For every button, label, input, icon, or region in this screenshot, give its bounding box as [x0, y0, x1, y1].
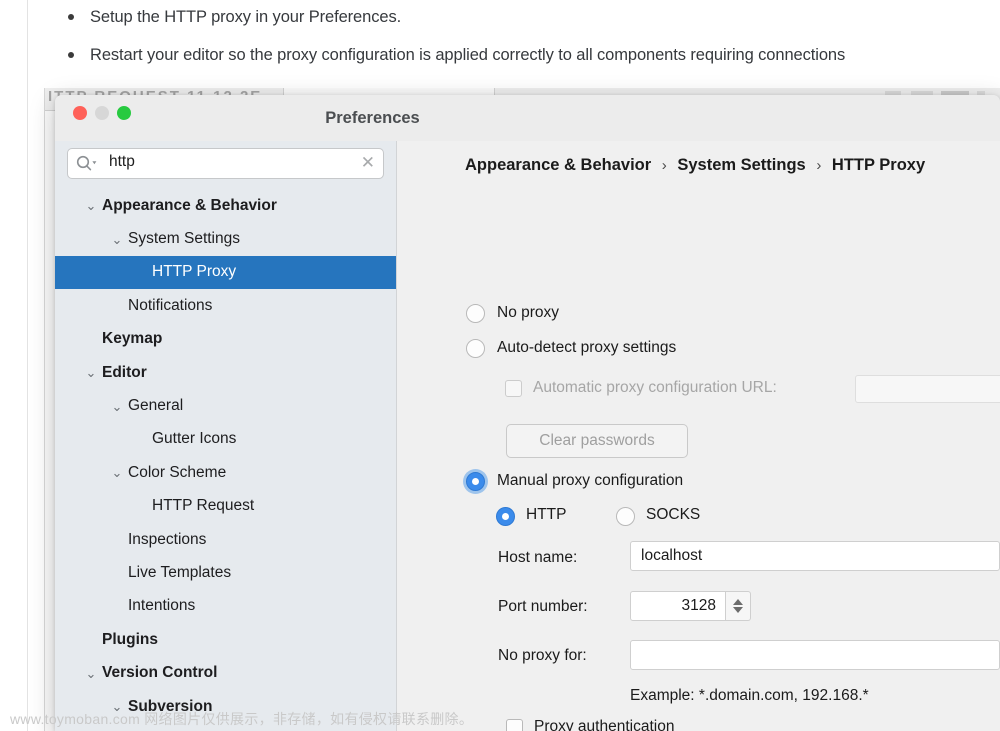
settings-sidebar: http ✕ ⌄ Appearance & Behavior ⌄ System Set… — [55, 141, 397, 731]
breadcrumb-separator: › — [816, 157, 822, 174]
settings-panel: Appearance & Behavior › System Settings … — [397, 141, 1000, 731]
radio-socks[interactable] — [616, 507, 635, 526]
chevron-down-icon[interactable]: ⌄ — [84, 667, 98, 680]
sidebar-item-label: Subversion — [128, 697, 213, 715]
breadcrumb-separator: › — [661, 157, 667, 174]
sidebar-item-label: Live Templates — [128, 563, 232, 581]
sidebar-item-keymap[interactable]: Keymap — [55, 323, 396, 356]
sidebar-item-live-templates[interactable]: Live Templates — [55, 556, 396, 589]
sidebar-item-gutter-icons[interactable]: Gutter Icons — [55, 423, 396, 456]
sidebar-item-label: Editor — [102, 363, 147, 381]
sidebar-item-intentions[interactable]: Intentions — [55, 590, 396, 623]
port-number-stepper[interactable] — [726, 591, 751, 621]
label-port-number: Port number: — [498, 598, 588, 615]
sidebar-item-label: Keymap — [102, 330, 163, 348]
doc-bullet-list: Setup the HTTP proxy in your Preferences… — [62, 5, 1000, 81]
sidebar-item-appearance-behavior[interactable]: ⌄ Appearance & Behavior — [55, 189, 396, 222]
sidebar-item-version-control[interactable]: ⌄ Version Control — [55, 656, 396, 689]
sidebar-item-label: System Settings — [128, 230, 240, 248]
sidebar-item-editor[interactable]: ⌄ Editor — [55, 356, 396, 389]
label-automatic-proxy-url: Automatic proxy configuration URL: — [533, 379, 777, 396]
sidebar-item-http-proxy[interactable]: HTTP Proxy — [55, 255, 396, 290]
sidebar-item-general[interactable]: ⌄ General — [55, 389, 396, 422]
bullet-icon — [68, 14, 74, 20]
breadcrumb-item-1[interactable]: System Settings — [677, 156, 805, 174]
label-manual-proxy-configuration[interactable]: Manual proxy configuration — [497, 472, 683, 490]
stepper-up-icon[interactable] — [733, 599, 743, 605]
checkbox-automatic-proxy-url[interactable] — [505, 380, 522, 397]
label-proxy-authentication[interactable]: Proxy authentication — [534, 718, 674, 731]
radio-http[interactable] — [496, 507, 515, 526]
radio-auto-detect-proxy[interactable] — [466, 339, 485, 358]
input-automatic-proxy-url[interactable] — [855, 375, 1000, 403]
breadcrumb: Appearance & Behavior › System Settings … — [465, 156, 925, 175]
chevron-down-icon[interactable]: ⌄ — [110, 233, 124, 246]
list-item: Restart your editor so the proxy configu… — [62, 43, 1000, 68]
sidebar-item-color-scheme[interactable]: ⌄ Color Scheme — [55, 456, 396, 489]
sidebar-item-plugins[interactable]: Plugins — [55, 623, 396, 656]
no-proxy-example-hint: Example: *.domain.com, 192.168.* — [630, 687, 869, 704]
screenshot-root: Setup the HTTP proxy in your Preferences… — [0, 0, 1000, 731]
label-no-proxy-for: No proxy for: — [498, 647, 587, 664]
bullet-icon — [68, 51, 74, 58]
doc-bullet-text: Restart your editor so the proxy configu… — [90, 45, 846, 64]
sidebar-item-label: Version Control — [102, 664, 218, 682]
sidebar-item-label: Color Scheme — [128, 463, 227, 481]
sidebar-item-label: Appearance & Behavior — [102, 196, 277, 214]
list-item: Setup the HTTP proxy in your Preferences… — [62, 5, 1000, 30]
preferences-dialog: Preferences http ✕ ⌄ Appearance & Behavio… — [55, 95, 1000, 731]
label-socks[interactable]: SOCKS — [646, 506, 700, 524]
sidebar-item-subversion[interactable]: ⌄ Subversion — [55, 690, 396, 723]
sidebar-item-inspections[interactable]: Inspections — [55, 523, 396, 556]
input-no-proxy-for[interactable] — [630, 640, 1000, 670]
chevron-down-icon[interactable]: ⌄ — [110, 466, 124, 479]
search-field[interactable]: http ✕ — [67, 148, 384, 179]
sidebar-item-system-settings[interactable]: ⌄ System Settings — [55, 222, 396, 255]
settings-tree: ⌄ Appearance & Behavior ⌄ System Settings HT… — [55, 189, 396, 723]
radio-no-proxy[interactable] — [466, 304, 485, 323]
dialog-titlebar: Preferences — [55, 95, 1000, 141]
sidebar-item-label: Inspections — [128, 530, 207, 548]
chevron-down-icon[interactable]: ⌄ — [84, 366, 98, 379]
chevron-down-icon[interactable]: ⌄ — [110, 700, 124, 713]
radio-manual-proxy-configuration[interactable] — [466, 472, 485, 491]
label-no-proxy[interactable]: No proxy — [497, 304, 559, 322]
search-icon[interactable] — [76, 155, 98, 171]
stepper-down-icon[interactable] — [733, 607, 743, 613]
label-auto-detect-proxy[interactable]: Auto-detect proxy settings — [497, 339, 676, 357]
doc-bullet-text: Setup the HTTP proxy in your Preferences… — [90, 8, 402, 26]
sidebar-item-label: HTTP Request — [152, 497, 255, 515]
dialog-title: Preferences — [325, 108, 420, 127]
breadcrumb-item-0[interactable]: Appearance & Behavior — [465, 156, 651, 174]
page-margin-rule — [27, 0, 28, 731]
search-input-value[interactable]: http — [109, 153, 135, 171]
checkbox-proxy-authentication[interactable] — [506, 719, 523, 731]
sidebar-item-label: HTTP Proxy — [152, 263, 237, 281]
sidebar-item-label: Plugins — [102, 630, 158, 648]
sidebar-item-label: Intentions — [128, 597, 196, 615]
sidebar-item-label: Gutter Icons — [152, 430, 237, 448]
label-host-name: Host name: — [498, 549, 578, 566]
clear-passwords-button[interactable]: Clear passwords — [506, 424, 688, 458]
chevron-down-icon[interactable]: ⌄ — [84, 199, 98, 212]
sidebar-item-notifications[interactable]: Notifications — [55, 289, 396, 322]
clear-search-icon[interactable]: ✕ — [361, 153, 375, 173]
label-http[interactable]: HTTP — [526, 506, 566, 524]
input-host-name[interactable]: localhost — [630, 541, 1000, 571]
chevron-down-icon[interactable]: ⌄ — [110, 400, 124, 413]
sidebar-item-label: Notifications — [128, 296, 213, 314]
breadcrumb-item-2[interactable]: HTTP Proxy — [832, 156, 925, 174]
sidebar-item-http-request[interactable]: HTTP Request — [55, 490, 396, 523]
sidebar-item-label: General — [128, 397, 184, 415]
input-port-number[interactable]: 3128 — [630, 591, 726, 621]
